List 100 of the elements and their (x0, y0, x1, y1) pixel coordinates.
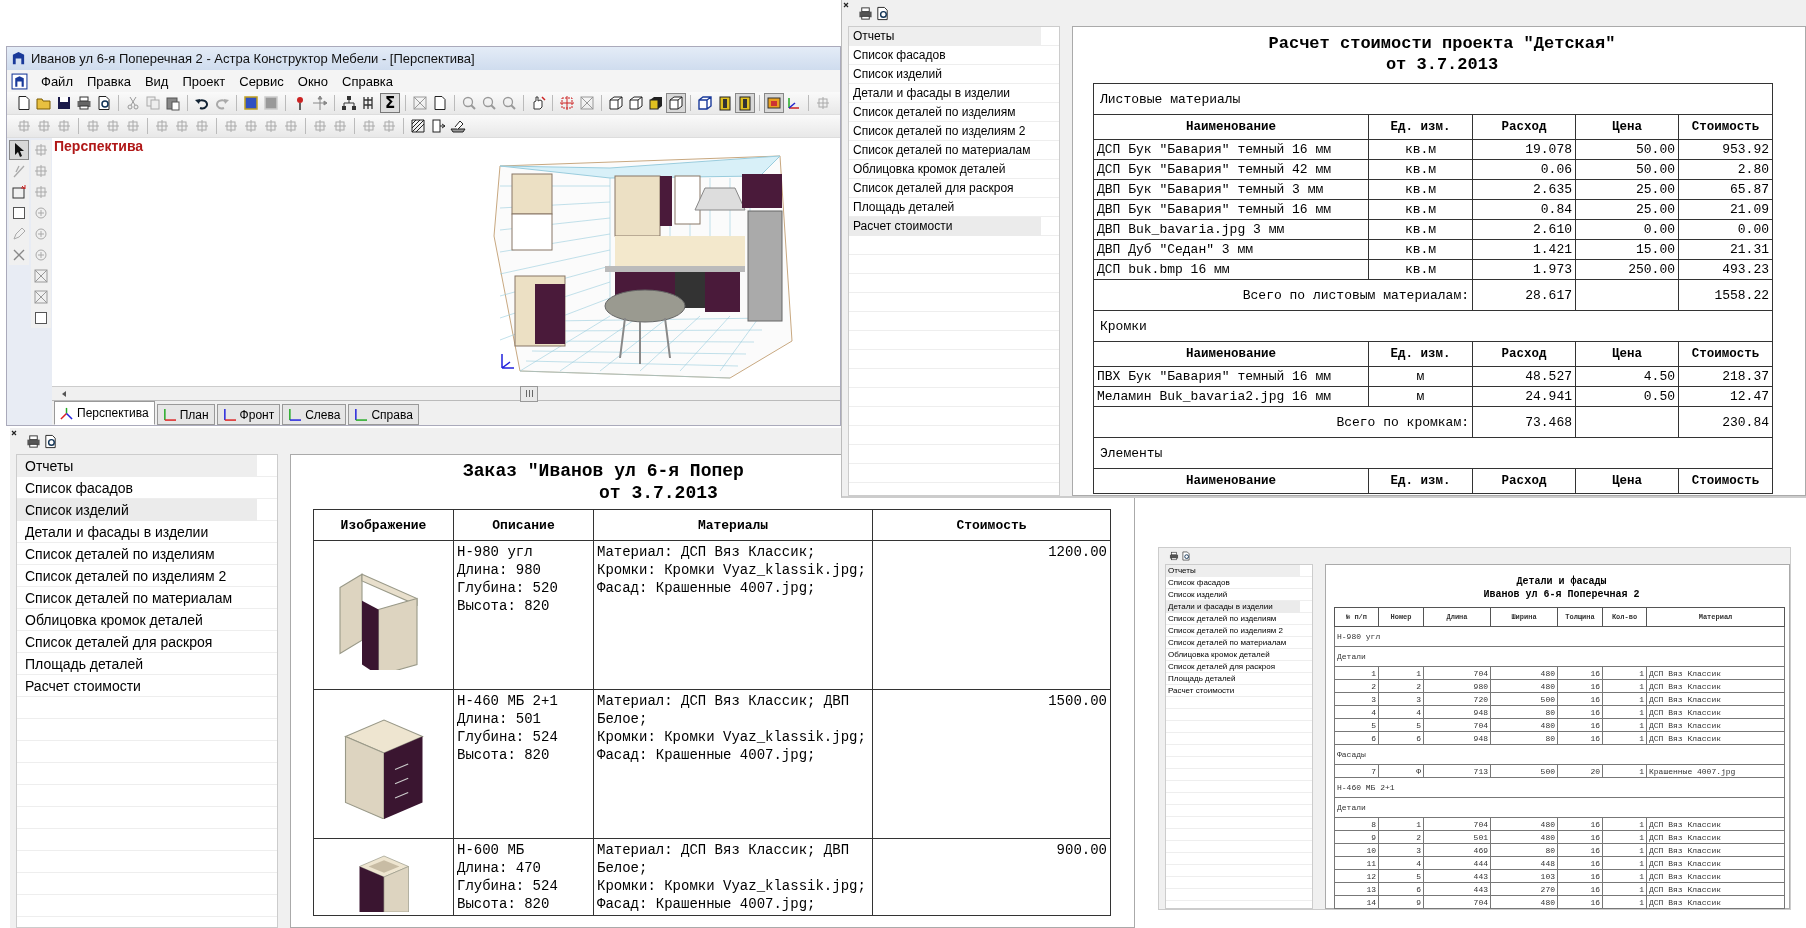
report-list-item[interactable]: Список деталей по изделиям (17, 543, 257, 565)
report-list-item[interactable]: Список изделий (17, 499, 257, 521)
section-title: Кромки (1093, 310, 1773, 342)
report-list-item[interactable]: Площадь деталей (17, 653, 257, 675)
table-cell: ДВП Дуб "Седан" 3 мм (1093, 239, 1369, 260)
view-tab[interactable]: Слева (282, 404, 347, 425)
table-cell: 480 (1490, 895, 1558, 909)
printer-icon[interactable] (1169, 551, 1179, 561)
report-list-item[interactable]: Расчет стоимости (1166, 685, 1300, 697)
cube-icon[interactable] (607, 94, 625, 112)
report-list-item[interactable]: Список деталей по материалам (1166, 637, 1300, 649)
report-list-item[interactable]: Площадь деталей (849, 198, 1041, 217)
report-list-item[interactable]: Список фасадов (1166, 577, 1300, 589)
view-tab[interactable]: Справа (348, 404, 419, 425)
scroll-left-arrow-icon[interactable] (60, 389, 68, 398)
crosshair-icon[interactable] (558, 94, 576, 112)
zoom-in-icon[interactable] (460, 94, 478, 112)
menu-item[interactable]: Справка (335, 73, 400, 89)
menu-item[interactable]: Вид (137, 73, 176, 89)
cube-icon[interactable] (667, 94, 685, 112)
column-header: Расход (1472, 114, 1576, 140)
report-list-item[interactable]: Облицовка кромок деталей (849, 160, 1041, 179)
close-icon[interactable] (843, 2, 849, 8)
viewport-label: Перспектива (54, 138, 144, 154)
horizontal-scrollbar[interactable] (52, 386, 840, 400)
table-cell: 1 (1602, 718, 1647, 732)
report-list-item[interactable]: Список изделий (1166, 589, 1300, 601)
hatch-icon[interactable] (409, 117, 427, 135)
shaded-cube-icon[interactable] (647, 94, 665, 112)
frame-icon[interactable] (32, 267, 50, 285)
cube-icon[interactable] (627, 94, 645, 112)
report-list-item[interactable]: Список изделий (849, 65, 1041, 84)
view-tab[interactable]: План (156, 404, 215, 425)
print-preview-icon[interactable] (95, 94, 113, 112)
report-list-item[interactable]: Детали и фасады в изделии (849, 84, 1041, 103)
3d-viewport[interactable]: Перспектива (52, 138, 840, 386)
report-list-item[interactable]: Облицовка кромок деталей (17, 609, 257, 631)
window-title: Иванов ул 6-я Поперечная 2 - Астра Конструктор Мебели - [Перспектива] (31, 51, 475, 66)
cursor-icon[interactable] (10, 141, 28, 159)
table-cell: ДСП Вяз Классик (1646, 718, 1785, 732)
table-cell: 16 (1557, 718, 1603, 732)
report-list-item[interactable]: Детали и фасады в изделии (17, 521, 257, 543)
view-tab[interactable]: Перспектива (54, 401, 155, 425)
report-list-item[interactable]: Список деталей по изделиям (849, 103, 1041, 122)
report-list-item[interactable]: Список деталей по изделиям (1166, 613, 1300, 625)
report-list-item[interactable]: Список деталей по изделиям 2 (17, 565, 257, 587)
menu-item[interactable]: Окно (290, 73, 335, 89)
document-frame-icon[interactable] (431, 94, 449, 112)
settings-box-icon[interactable] (32, 309, 50, 327)
report-list-item[interactable]: Расчет стоимости (849, 217, 1041, 236)
report-list-item[interactable]: Площадь деталей (1166, 673, 1300, 685)
report-list-item[interactable]: Список деталей по материалам (849, 141, 1041, 160)
wall-panel-icon[interactable] (242, 94, 260, 112)
cabinet-icon[interactable] (736, 94, 754, 112)
group-heading: Н-980 угл (1334, 626, 1785, 647)
report-list-item[interactable]: Список деталей по изделиям 2 (1166, 625, 1300, 637)
table-cell: 16 (1557, 817, 1603, 831)
report-list-item[interactable]: Список деталей для раскроя (1166, 661, 1300, 673)
table-cell: 2.635 (1472, 179, 1576, 200)
table-cell: 50.00 (1575, 139, 1679, 160)
menu-item[interactable]: Файл (34, 73, 80, 89)
print-preview-icon[interactable] (875, 5, 890, 21)
menu-item[interactable]: Сервис (232, 73, 291, 89)
door-icon[interactable] (429, 117, 447, 135)
menu-item[interactable]: Правка (79, 73, 138, 89)
report-list-item[interactable]: Расчет стоимости (17, 675, 257, 697)
hierarchy-icon[interactable] (340, 94, 358, 112)
column-header: Ед. изм. (1368, 468, 1473, 494)
close-icon[interactable] (11, 430, 17, 436)
table-cell: 1 (1602, 869, 1647, 883)
view-tab[interactable]: Фронт (216, 404, 281, 425)
report-list-item[interactable]: Список деталей для раскроя (849, 179, 1041, 198)
printer-icon[interactable] (75, 94, 93, 112)
cabinet-icon[interactable] (716, 94, 734, 112)
menu-item[interactable]: Проект (175, 73, 233, 89)
report-list-item[interactable]: Список деталей по материалам (17, 587, 257, 609)
report-list-item[interactable]: Облицовка кромок деталей (1166, 649, 1300, 661)
printer-icon[interactable] (26, 433, 41, 449)
wireframe-cube-icon[interactable] (696, 94, 714, 112)
zoom-out-icon[interactable] (480, 94, 498, 112)
app-menu-icon[interactable] (11, 72, 28, 90)
table-cell: ДСП Вяз Классик (1646, 856, 1785, 870)
scissors-icon[interactable] (124, 94, 142, 112)
select-box-icon[interactable] (10, 183, 28, 201)
report-list-item[interactable]: Список фасадов (849, 46, 1041, 65)
zoom-icon[interactable] (500, 94, 518, 112)
paste-icon[interactable] (164, 94, 182, 112)
crossed-box-icon[interactable] (578, 94, 596, 112)
report-list-item[interactable]: Список фасадов (17, 477, 257, 499)
save-icon[interactable] (55, 94, 73, 112)
square-icon[interactable] (10, 204, 28, 222)
report-list-item[interactable]: Список деталей по изделиям 2 (849, 122, 1041, 141)
printer-icon[interactable] (858, 5, 873, 21)
move-arrows-icon[interactable] (311, 94, 329, 112)
report-list-item[interactable]: Список деталей для раскроя (17, 631, 257, 653)
sum-button[interactable]: Σ (380, 93, 400, 113)
report-list-item[interactable]: Детали и фасады в изделии (1166, 601, 1300, 613)
print-preview-icon[interactable] (43, 433, 58, 449)
new-document-icon[interactable] (15, 94, 33, 112)
color-swatch-icon[interactable] (765, 94, 783, 112)
